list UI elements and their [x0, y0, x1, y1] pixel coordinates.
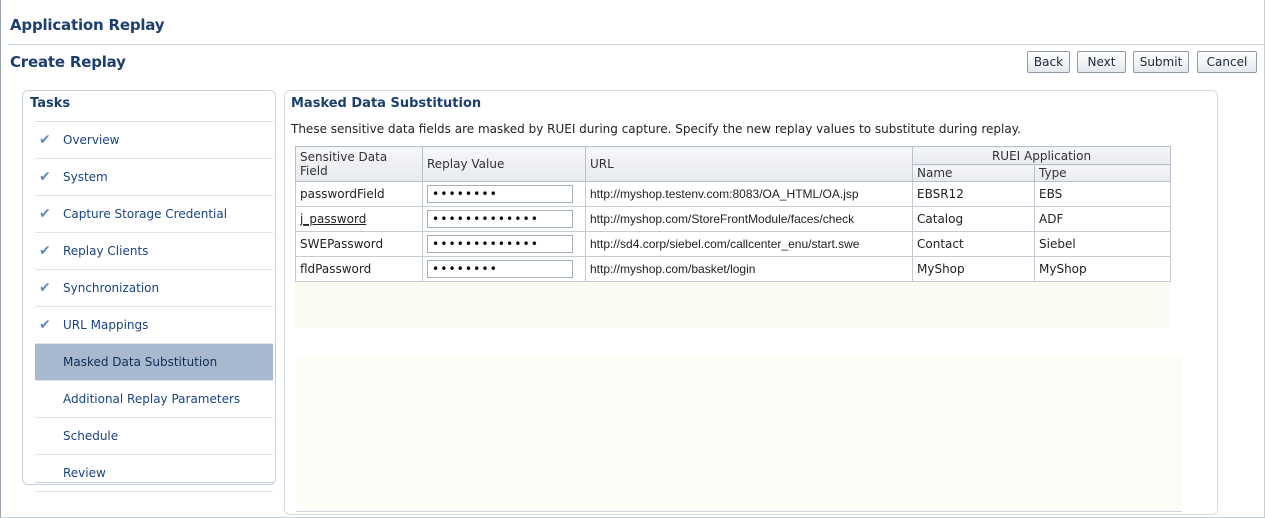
url-cell: http://myshop.com/basket/login — [585, 256, 913, 282]
application-type: ADF — [1033, 206, 1172, 232]
replay-value-input[interactable] — [427, 210, 573, 228]
task-item-schedule[interactable]: Schedule — [35, 418, 273, 455]
application-type: EBS — [1033, 181, 1172, 207]
application-type: MyShop — [1033, 256, 1172, 282]
task-label: Replay Clients — [63, 244, 149, 258]
checkmark-icon: ✔ — [39, 132, 51, 148]
table-row: SWEPassword http://sd4.corp/siebel.com/c… — [295, 231, 1172, 257]
empty-content-area — [296, 355, 1182, 512]
tasks-title: Tasks — [30, 96, 71, 111]
sensitive-field: j_password — [295, 206, 423, 232]
application-name: MyShop — [912, 256, 1035, 282]
task-label: Synchronization — [63, 281, 160, 295]
application-name: Contact — [912, 231, 1035, 257]
table-row: passwordField http://myshop.testenv.com:… — [295, 181, 1172, 207]
url-cell: http://myshop.com/StoreFrontModule/faces… — [585, 206, 913, 232]
table-row: j_password http://myshop.com/StoreFrontM… — [295, 206, 1172, 232]
task-label: Schedule — [63, 429, 119, 443]
task-item-additional-replay-parameters[interactable]: Additional Replay Parameters — [35, 381, 273, 418]
task-item-synchronization[interactable]: ✔ Synchronization — [35, 270, 273, 307]
masked-data-table: Sensitive Data Field Replay Value URL RU… — [295, 146, 1172, 282]
page-title: Create Replay — [10, 53, 126, 71]
task-item-masked-data-substitution[interactable]: Masked Data Substitution — [35, 344, 273, 381]
replay-value-input[interactable] — [427, 185, 573, 203]
task-item-system[interactable]: ✔ System — [35, 159, 273, 196]
task-item-capture-storage-credential[interactable]: ✔ Capture Storage Credential — [35, 196, 273, 233]
next-button[interactable]: Next — [1077, 51, 1126, 73]
submit-button[interactable]: Submit — [1133, 51, 1189, 73]
checkmark-icon: ✔ — [39, 243, 51, 259]
task-label: Capture Storage Credential — [63, 207, 228, 221]
application-name: EBSR12 — [912, 181, 1035, 207]
app-title: Application Replay — [10, 16, 165, 34]
column-header-url: URL — [585, 146, 913, 182]
title-divider — [8, 44, 1265, 45]
replay-value-input[interactable] — [427, 260, 573, 278]
column-group-ruei-application: RUEI Application — [911, 146, 1172, 165]
task-label: URL Mappings — [63, 318, 149, 332]
application-name: Catalog — [912, 206, 1035, 232]
replay-value-input[interactable] — [427, 235, 573, 253]
column-header-sensitive-data-field: Sensitive Data Field — [295, 146, 423, 182]
sensitive-field: fldPassword — [295, 256, 423, 282]
task-item-overview[interactable]: ✔ Overview — [35, 122, 273, 159]
task-label: Overview — [63, 133, 120, 147]
checkmark-icon: ✔ — [39, 280, 51, 296]
section-description: These sensitive data fields are masked b… — [291, 122, 1021, 136]
task-label: System — [63, 170, 108, 184]
task-item-url-mappings[interactable]: ✔ URL Mappings — [35, 307, 273, 344]
column-header-replay-value: Replay Value — [422, 146, 586, 182]
checkmark-icon: ✔ — [39, 169, 51, 185]
url-cell: http://myshop.testenv.com:8083/OA_HTML/O… — [585, 181, 913, 207]
application-type: Siebel — [1033, 231, 1172, 257]
table-row: fldPassword http://myshop.com/basket/log… — [295, 256, 1172, 282]
back-button[interactable]: Back — [1027, 51, 1070, 73]
task-label: Additional Replay Parameters — [63, 392, 241, 406]
checkmark-icon: ✔ — [39, 317, 51, 333]
column-header-type: Type — [1033, 164, 1172, 182]
sensitive-field: passwordField — [295, 181, 423, 207]
checkmark-icon: ✔ — [39, 206, 51, 222]
tasks-footer — [35, 482, 273, 487]
section-title: Masked Data Substitution — [291, 96, 482, 111]
tasks-list: ✔ Overview ✔ System ✔ Capture Storage Crede… — [35, 121, 273, 492]
task-item-replay-clients[interactable]: ✔ Replay Clients — [35, 233, 273, 270]
task-label: Masked Data Substitution — [63, 355, 218, 369]
cancel-button[interactable]: Cancel — [1197, 51, 1257, 73]
url-cell: http://sd4.corp/siebel.com/callcenter_en… — [585, 231, 913, 257]
sensitive-field: SWEPassword — [295, 231, 423, 257]
column-header-name: Name — [912, 164, 1035, 182]
